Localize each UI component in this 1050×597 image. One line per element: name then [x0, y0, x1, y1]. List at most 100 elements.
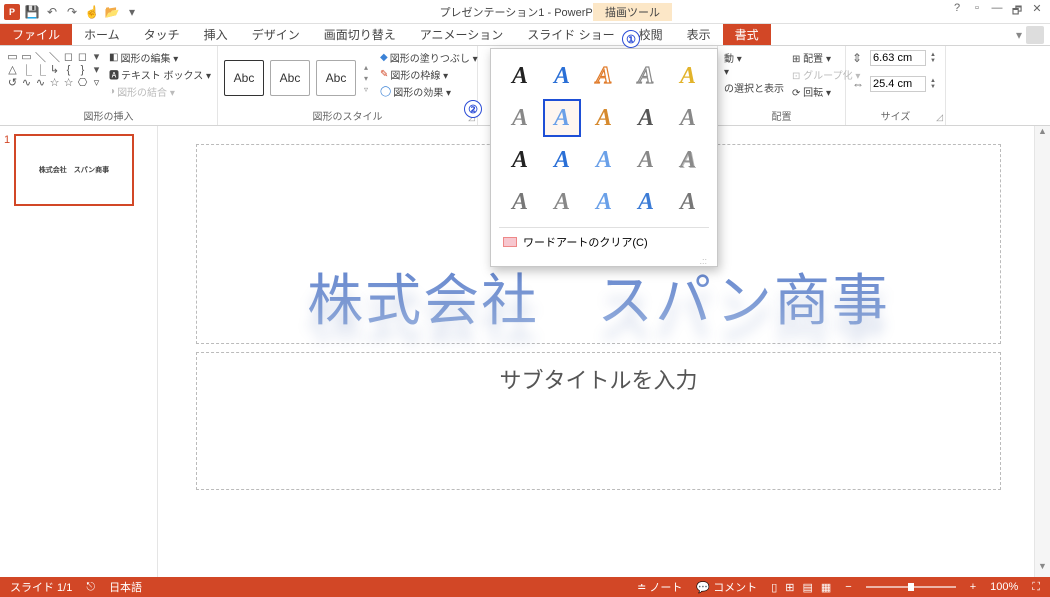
wordart-style-5[interactable]: A	[669, 57, 707, 95]
language-indicator[interactable]: 日本語	[109, 579, 142, 595]
clear-wordart-button[interactable]: ワードアートのクリア(C)	[499, 227, 709, 256]
qat-dropdown-icon[interactable]: ▾	[124, 4, 140, 20]
selection-pane-button[interactable]: の選択と表示	[724, 80, 784, 95]
bring-forward-button[interactable]: 動 ▾	[724, 50, 784, 65]
group-arrange: 動 ▾ ▾ の選択と表示 ⊞ 配置 ▾ ⊡ グループ化 ▾ ⟳ 回転 ▾ 配置	[718, 46, 846, 125]
tab-file[interactable]: ファイル	[0, 24, 72, 45]
view-slideshow-icon[interactable]: ▦	[821, 581, 831, 594]
account-avatar[interactable]	[1026, 26, 1044, 44]
view-reading-icon[interactable]: ▤	[802, 581, 812, 594]
comments-button[interactable]: 💬 コメント	[696, 579, 757, 595]
group-shape-styles: Abc Abc Abc ▴ ▾ ▿ ◆図形の塗りつぶし ▾ ✎図形の枠線 ▾ ◯…	[218, 46, 478, 125]
save-icon[interactable]: 💾	[24, 4, 40, 20]
slide-thumbnail-1[interactable]: 株式会社 スパン商事	[14, 134, 134, 206]
annotation-callout-1: ①	[622, 30, 640, 48]
zoom-in-icon[interactable]: +	[970, 581, 976, 593]
annotation-callout-2: ②	[464, 100, 482, 118]
merge-shapes-button[interactable]: ◑図形の結合 ▾	[109, 84, 211, 99]
shape-fill-button[interactable]: ◆図形の塗りつぶし ▾	[380, 50, 478, 65]
wordart-style-19[interactable]: A	[627, 183, 665, 221]
app-icon[interactable]: P	[4, 4, 20, 20]
fit-window-icon[interactable]: ⛶	[1032, 581, 1040, 594]
wordart-style-4[interactable]: A	[627, 57, 665, 95]
notes-button[interactable]: ≐ ノート	[637, 579, 682, 595]
tab-design[interactable]: デザイン	[240, 24, 312, 45]
tab-slideshow[interactable]: スライド ショー	[515, 24, 626, 45]
status-bar: スライド 1/1 ⎋ 日本語 ≐ ノート 💬 コメント ▯ ⊞ ▤ ▦ − + …	[0, 577, 1050, 597]
wordart-style-2[interactable]: A	[543, 57, 581, 95]
group-size: ⇕ ▲▼ ⇔ ▲▼ サイズ ◿	[846, 46, 946, 125]
wordart-style-13[interactable]: A	[585, 141, 623, 179]
group-label-styles: 図形のスタイル	[224, 106, 471, 125]
style-preset-2[interactable]: Abc	[270, 60, 310, 96]
wordart-style-3[interactable]: A	[585, 57, 623, 95]
height-input[interactable]	[870, 50, 926, 66]
open-icon[interactable]: 📂	[104, 4, 120, 20]
help-icon[interactable]: ?	[948, 2, 966, 21]
gallery-more-icon[interactable]: ▿	[364, 85, 368, 94]
edit-shape-button[interactable]: ◧図形の編集 ▾	[109, 50, 211, 65]
wordart-style-11[interactable]: A	[501, 141, 539, 179]
tab-format[interactable]: 書式	[723, 24, 771, 45]
send-backward-button[interactable]: ▾	[724, 67, 784, 78]
title-bar: P 💾 ↶ ↷ ☝ 📂 ▾ プレゼンテーション1 - PowerPoint 描画…	[0, 0, 1050, 24]
subtitle-placeholder[interactable]: サブタイトルを入力	[196, 352, 1001, 490]
height-down[interactable]: ▼	[930, 58, 936, 64]
view-sorter-icon[interactable]: ⊞	[785, 581, 794, 594]
wordart-style-12[interactable]: A	[543, 141, 581, 179]
minimize-icon[interactable]: —	[988, 2, 1006, 21]
size-dialog-launcher[interactable]: ◿	[936, 112, 943, 123]
effects-icon: ◯	[380, 86, 391, 97]
slide-number: 1	[4, 134, 10, 146]
wordart-style-6[interactable]: A	[501, 99, 539, 137]
wordart-style-10[interactable]: A	[669, 99, 707, 137]
vertical-scrollbar[interactable]: ▲ ▼	[1034, 126, 1050, 577]
zoom-level[interactable]: 100%	[990, 581, 1018, 593]
tab-transitions[interactable]: 画面切り替え	[312, 24, 408, 45]
redo-icon[interactable]: ↷	[64, 4, 80, 20]
zoom-slider[interactable]	[866, 586, 956, 588]
wordart-style-7-selected[interactable]: A	[543, 99, 581, 137]
width-down[interactable]: ▼	[930, 84, 936, 90]
tab-insert[interactable]: 挿入	[192, 24, 240, 45]
slide-title-text[interactable]: 株式会社 スパン商事	[307, 256, 890, 337]
wordart-style-18[interactable]: A	[585, 183, 623, 221]
zoom-out-icon[interactable]: −	[845, 581, 851, 593]
scroll-down-icon[interactable]: ▼	[1035, 561, 1050, 577]
undo-icon[interactable]: ↶	[44, 4, 60, 20]
touch-mode-icon[interactable]: ☝	[84, 4, 100, 20]
wordart-style-17[interactable]: A	[543, 183, 581, 221]
tab-view[interactable]: 表示	[675, 24, 723, 45]
style-preset-3[interactable]: Abc	[316, 60, 356, 96]
shape-outline-button[interactable]: ✎図形の枠線 ▾	[380, 67, 478, 82]
close-icon[interactable]: ✕	[1028, 2, 1046, 21]
wordart-style-16[interactable]: A	[501, 183, 539, 221]
tab-touch[interactable]: タッチ	[132, 24, 192, 45]
wordart-style-14[interactable]: A	[627, 141, 665, 179]
style-preset-1[interactable]: Abc	[224, 60, 264, 96]
shape-style-gallery[interactable]: Abc Abc Abc ▴ ▾ ▿	[224, 50, 368, 106]
gallery-up-icon[interactable]: ▴	[364, 63, 368, 72]
ribbon-collapse-icon[interactable]: ▾	[1016, 28, 1022, 42]
shape-effects-button[interactable]: ◯図形の効果 ▾	[380, 84, 478, 99]
wordart-style-20[interactable]: A	[669, 183, 707, 221]
thumb-title: 株式会社 スパン商事	[39, 165, 109, 175]
spellcheck-icon[interactable]: ⎋	[86, 581, 95, 594]
ribbon-options-icon[interactable]: ▫	[968, 2, 986, 21]
tab-animations[interactable]: アニメーション	[408, 24, 516, 45]
window-controls: ? ▫ — 🗗 ✕	[948, 2, 1050, 21]
tab-home[interactable]: ホーム	[72, 24, 132, 45]
text-box-button[interactable]: 🅰テキスト ボックス ▾	[109, 67, 211, 82]
restore-icon[interactable]: 🗗	[1008, 2, 1026, 21]
wordart-style-8[interactable]: A	[585, 99, 623, 137]
scroll-up-icon[interactable]: ▲	[1035, 126, 1050, 142]
shapes-gallery[interactable]: ▭▭＼＼◻◻▾ △⎿⎿↳{}▾ ↺∿∿☆☆⎔▿	[6, 50, 103, 106]
wordart-style-9[interactable]: A	[627, 99, 665, 137]
slide-indicator[interactable]: スライド 1/1	[10, 579, 72, 595]
dropdown-resize-grip[interactable]: .::	[499, 256, 709, 266]
view-normal-icon[interactable]: ▯	[771, 581, 777, 594]
wordart-style-1[interactable]: A	[501, 57, 539, 95]
gallery-down-icon[interactable]: ▾	[364, 74, 368, 83]
wordart-style-15[interactable]: A	[669, 141, 707, 179]
width-input[interactable]	[870, 76, 926, 92]
